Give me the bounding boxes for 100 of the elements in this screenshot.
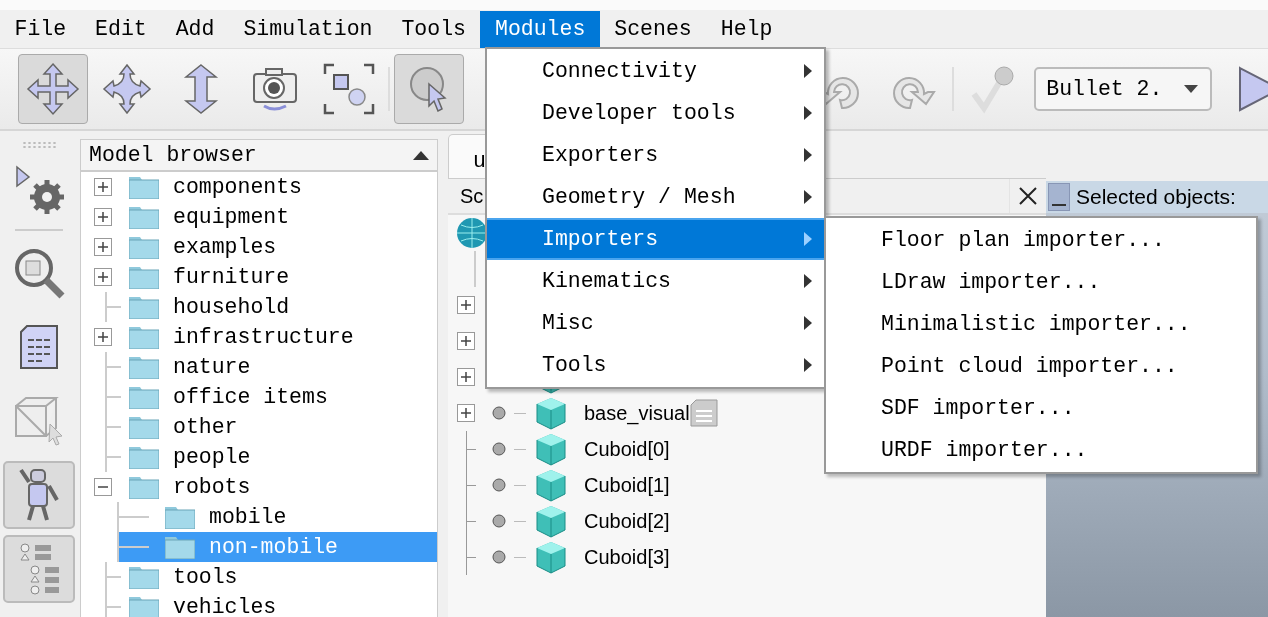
tree-list-icon	[17, 542, 61, 596]
submenu-arrow-icon	[804, 106, 812, 120]
menu-item[interactable]: Connectivity	[487, 50, 824, 92]
menu-item[interactable]: SDF importer...	[826, 387, 1256, 429]
folder-icon	[129, 265, 159, 289]
folder-icon	[129, 355, 159, 379]
document-icon	[19, 324, 59, 370]
menu-item[interactable]: Edit	[80, 11, 162, 48]
submenu-arrow-icon	[804, 64, 812, 78]
expand-icon[interactable]	[94, 208, 112, 226]
fit-to-view-icon	[321, 62, 376, 116]
minimize-button[interactable]	[1048, 183, 1070, 211]
menu-item[interactable]: Exporters	[487, 134, 824, 176]
cube-icon	[534, 540, 568, 574]
tree-item[interactable]: furniture	[81, 262, 437, 292]
script-gear-icon	[14, 164, 64, 214]
menu-item[interactable]: Help	[706, 11, 787, 48]
submenu-arrow-icon	[804, 358, 812, 372]
expand-icon[interactable]	[94, 178, 112, 196]
tree-item[interactable]: Cuboid[3]	[584, 545, 670, 569]
menu-item[interactable]: File	[0, 11, 81, 48]
cube-icon	[534, 504, 568, 538]
menu-item[interactable]: Importers	[487, 218, 824, 260]
bullet-icon	[492, 514, 506, 528]
close-icon[interactable]	[1019, 187, 1037, 205]
panel-title: Model browser	[89, 143, 257, 167]
submenu-arrow-icon	[804, 148, 812, 162]
engine-dropdown[interactable]: Bullet 2.	[1034, 67, 1213, 111]
menu-item[interactable]: Simulation	[228, 11, 387, 48]
cube-icon	[534, 468, 568, 502]
folder-icon	[129, 475, 159, 499]
bullet-icon	[492, 478, 506, 492]
menu-item[interactable]: Tools	[487, 344, 824, 386]
collapse-icon[interactable]	[94, 478, 112, 496]
folder-icon	[129, 205, 159, 229]
expand-icon[interactable]	[94, 268, 112, 286]
expand-icon[interactable]	[457, 332, 475, 350]
bullet-icon	[492, 550, 506, 564]
folder-icon	[129, 595, 159, 617]
magnifier-icon	[12, 246, 66, 300]
menu-item[interactable]: Minimalistic importer...	[826, 303, 1256, 345]
menu-item[interactable]: Tools	[386, 11, 481, 48]
folder-icon	[129, 325, 159, 349]
collapse-arrow-icon[interactable]	[413, 150, 429, 160]
menu-item[interactable]: URDF importer...	[826, 429, 1256, 471]
folder-icon	[165, 535, 195, 559]
submenu-arrow-icon	[804, 316, 812, 330]
menu-item[interactable]: Modules	[480, 11, 600, 48]
tree-item[interactable]: Cuboid[1]	[584, 473, 670, 497]
cube-icon	[534, 432, 568, 466]
folder-icon	[129, 235, 159, 259]
tree-item[interactable]: office items	[81, 382, 437, 412]
tool-button[interactable]	[3, 461, 75, 529]
menu-item[interactable]: Geometry / Mesh	[487, 176, 824, 218]
cube-icon	[534, 396, 568, 430]
tool-button[interactable]	[18, 54, 88, 124]
menu-item[interactable]: LDraw importer...	[826, 261, 1256, 303]
column-header: Sc	[460, 184, 484, 208]
bullet-icon	[492, 442, 506, 456]
tree-item[interactable]: other	[81, 412, 437, 442]
expand-icon[interactable]	[457, 296, 475, 314]
tree-item[interactable]: components	[81, 172, 437, 202]
tree-item[interactable]: examples	[81, 232, 437, 262]
menu-item[interactable]: Add	[161, 11, 229, 48]
folder-icon	[129, 415, 159, 439]
folder-icon	[129, 565, 159, 589]
folder-icon	[129, 175, 159, 199]
expand-icon[interactable]	[457, 368, 475, 386]
expand-icon[interactable]	[94, 328, 112, 346]
tree-item[interactable]: household	[81, 292, 437, 322]
panel-title: Selected objects:	[1076, 185, 1236, 209]
tree-item[interactable]: Cuboid[0]	[584, 437, 670, 461]
tree-item[interactable]: infrastructure	[81, 322, 437, 352]
pointer-sphere-icon	[410, 66, 448, 112]
menu-item[interactable]: Point cloud importer...	[826, 345, 1256, 387]
menu-item[interactable]: Scenes	[599, 11, 707, 48]
submenu-arrow-icon	[804, 190, 812, 204]
submenu-arrow-icon	[804, 232, 812, 246]
tree-item[interactable]: people	[81, 442, 437, 472]
expand-icon[interactable]	[94, 238, 112, 256]
move-icon	[25, 62, 80, 116]
minimize-icon	[1052, 204, 1066, 206]
menu-item[interactable]: Kinematics	[487, 260, 824, 302]
tree-item[interactable]: equipment	[81, 202, 437, 232]
tree-item[interactable]: Cuboid[2]	[584, 509, 670, 533]
tree-item[interactable]: tools	[81, 562, 437, 592]
folder-icon	[129, 295, 159, 319]
tree-item[interactable]: nature	[81, 352, 437, 382]
folder-icon	[129, 385, 159, 409]
menu-item[interactable]: Misc	[487, 302, 824, 344]
expand-icon[interactable]	[457, 404, 475, 422]
tree-item[interactable]: robots	[81, 472, 437, 502]
menu-item[interactable]: Developer tools	[487, 92, 824, 134]
caret-icon	[1184, 85, 1199, 93]
bullet-icon	[492, 406, 506, 420]
folder-icon	[165, 505, 195, 529]
play-icon[interactable]	[1238, 66, 1268, 112]
menu-item[interactable]: Floor plan importer...	[826, 219, 1256, 261]
tree-item[interactable]: vehicles	[81, 592, 437, 617]
tree-item[interactable]: base_visual	[584, 401, 690, 425]
